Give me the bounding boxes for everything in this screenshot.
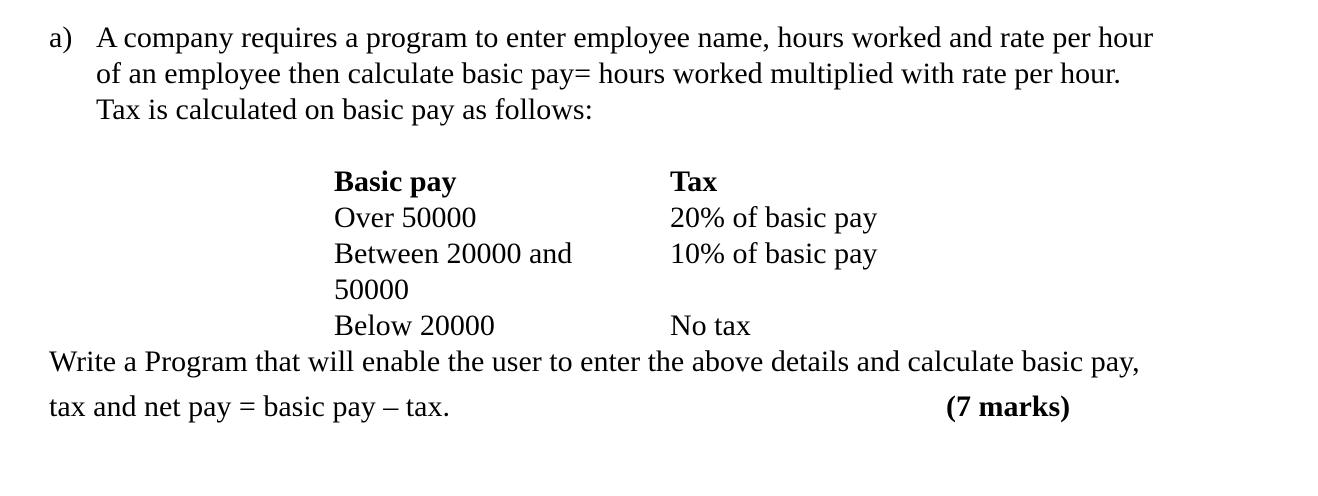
intro-line: A company requires a program to enter em… — [96, 21, 1154, 54]
tax-cell: 10% of basic pay — [670, 237, 878, 270]
header-tax: Tax — [670, 165, 718, 198]
basic-pay-cell: Between 20000 and 50000 — [334, 237, 573, 306]
question-intro: A company requires a program to enter em… — [96, 20, 1306, 128]
tax-cell: No tax — [670, 309, 751, 342]
question-label: a) — [49, 21, 73, 54]
task-line: Write a Program that will enable the use… — [49, 345, 1140, 378]
intro-line: of an employee then calculate basic pay=… — [96, 57, 1121, 90]
task-line: tax and net pay = basic pay – tax. — [49, 390, 450, 423]
header-basic-pay: Basic pay — [334, 165, 457, 198]
tax-cell: 20% of basic pay — [670, 201, 878, 234]
exam-question: a) A company requires a program to enter… — [0, 0, 1318, 496]
basic-pay-cell: Over 50000 — [334, 201, 477, 234]
intro-line: Tax is calculated on basic pay as follow… — [96, 93, 593, 126]
marks-label: (7 marks) — [946, 390, 1071, 423]
basic-pay-cell: Below 20000 — [334, 309, 495, 342]
